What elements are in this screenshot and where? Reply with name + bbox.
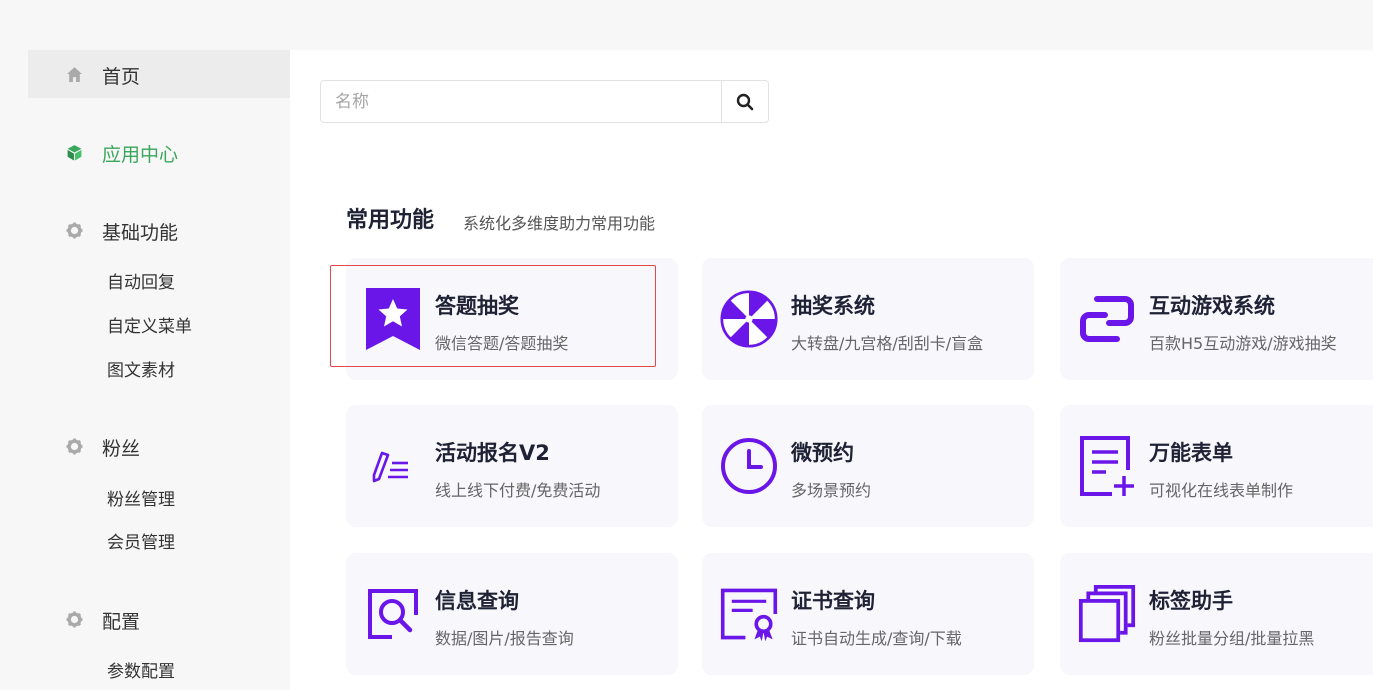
app-card-certificate-query[interactable]: 证书查询 证书自动生成/查询/下载 — [702, 553, 1034, 675]
main-content: 常用功能 系统化多维度助力常用功能 答题抽奖 微信答题/答题抽奖 — [290, 50, 1373, 690]
sidebar-item-label: 应用中心 — [102, 144, 179, 166]
stack-icon — [1078, 581, 1136, 647]
card-title: 答题抽奖 — [435, 294, 519, 318]
sidebar-item-app-center[interactable]: 应用中心 — [28, 128, 290, 176]
card-title: 万能表单 — [1149, 441, 1233, 465]
sidebar-subitem-custom-menu[interactable]: 自定义菜单 — [107, 312, 192, 337]
certificate-icon — [720, 581, 778, 647]
link-game-icon — [1078, 286, 1136, 352]
card-title: 抽奖系统 — [791, 294, 875, 318]
sidebar-subitem-auto-reply[interactable]: 自动回复 — [107, 268, 175, 293]
card-desc: 多场景预约 — [791, 481, 872, 500]
sidebar-subitem-media[interactable]: 图文素材 — [107, 356, 175, 381]
card-title: 微预约 — [791, 441, 854, 465]
search-box — [320, 80, 769, 123]
form-add-icon — [1078, 433, 1136, 499]
card-desc: 证书自动生成/查询/下载 — [791, 629, 962, 648]
section-subtitle: 系统化多维度助力常用功能 — [463, 214, 656, 233]
card-desc: 可视化在线表单制作 — [1149, 481, 1294, 500]
sidebar-item-home[interactable]: 首页 — [28, 50, 290, 98]
home-icon — [67, 67, 82, 82]
app-card-universal-form[interactable]: 万能表单 可视化在线表单制作 — [1060, 405, 1373, 527]
sidebar-subitem-member-manage[interactable]: 会员管理 — [107, 528, 175, 553]
card-desc: 粉丝批量分组/批量拉黑 — [1149, 629, 1315, 648]
wheel-icon — [720, 286, 778, 352]
card-title: 证书查询 — [791, 589, 875, 613]
sidebar-subitem-params[interactable]: 参数配置 — [107, 657, 175, 682]
card-desc: 线上线下付费/免费活动 — [435, 481, 601, 500]
app-card-info-query[interactable]: 信息查询 数据/图片/报告查询 — [346, 553, 678, 675]
sidebar: 首页 应用中心 基础功能 自动回复 自定义菜单 图文素材 粉丝 粉丝管理 会员管… — [0, 0, 290, 690]
search-icon — [736, 93, 754, 110]
app-card-event-signup[interactable]: 活动报名V2 线上线下付费/免费活动 — [346, 405, 678, 527]
sidebar-item-label: 配置 — [102, 611, 141, 633]
clock-icon — [720, 433, 778, 499]
star-bookmark-icon — [364, 286, 422, 352]
gear-icon — [66, 222, 83, 239]
search-input[interactable] — [321, 81, 722, 122]
card-title: 标签助手 — [1149, 589, 1233, 613]
app-card-appointment[interactable]: 微预约 多场景预约 — [702, 405, 1034, 527]
app-card-quiz-lottery[interactable]: 答题抽奖 微信答题/答题抽奖 — [346, 258, 678, 380]
card-title: 信息查询 — [435, 589, 519, 613]
sidebar-item-label: 基础功能 — [102, 222, 179, 244]
card-title: 互动游戏系统 — [1149, 294, 1275, 318]
card-title: 活动报名V2 — [435, 441, 550, 465]
sidebar-item-label: 粉丝 — [102, 438, 141, 460]
gear-icon — [66, 611, 83, 628]
pen-list-icon — [364, 433, 422, 499]
card-desc: 大转盘/九宫格/刮刮卡/盲盒 — [791, 334, 984, 353]
search-button[interactable] — [721, 81, 768, 122]
section-title: 常用功能 — [346, 208, 435, 233]
gear-icon — [66, 438, 83, 455]
app-card-lottery-system[interactable]: 抽奖系统 大转盘/九宫格/刮刮卡/盲盒 — [702, 258, 1034, 380]
card-desc: 百款H5互动游戏/游戏抽奖 — [1149, 334, 1337, 353]
cube-icon — [67, 145, 82, 161]
card-desc: 数据/图片/报告查询 — [435, 629, 574, 648]
sidebar-subitem-fans-manage[interactable]: 粉丝管理 — [107, 485, 175, 510]
sidebar-item-basic[interactable]: 基础功能 — [28, 206, 290, 254]
search-doc-icon — [364, 581, 422, 647]
sidebar-item-label: 首页 — [102, 66, 141, 88]
app-card-interactive-games[interactable]: 互动游戏系统 百款H5互动游戏/游戏抽奖 — [1060, 258, 1373, 380]
sidebar-item-config[interactable]: 配置 — [28, 595, 290, 643]
app-card-tag-assistant[interactable]: 标签助手 粉丝批量分组/批量拉黑 — [1060, 553, 1373, 675]
card-desc: 微信答题/答题抽奖 — [435, 334, 569, 353]
sidebar-item-fans[interactable]: 粉丝 — [28, 422, 290, 470]
